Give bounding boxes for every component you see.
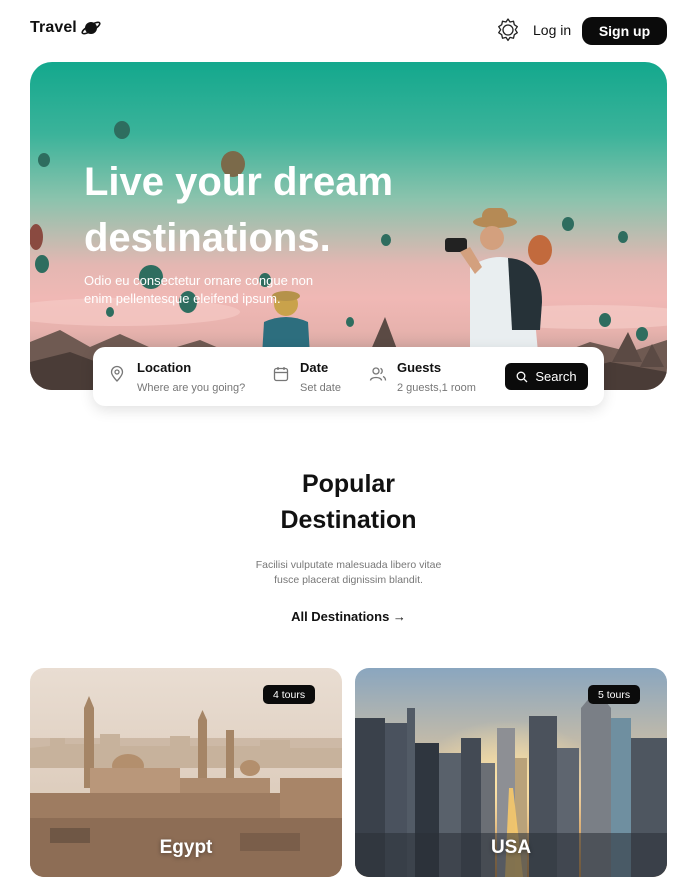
hero-subtitle: Odio eu consectetur ornare congue non en… [84, 273, 314, 306]
all-destinations-link[interactable]: All Destinations → [0, 609, 697, 624]
destination-name: USA [490, 837, 532, 858]
location-placeholder: Where are you going? [137, 382, 246, 394]
date-label: Date [300, 360, 329, 375]
guests-label: Guests [397, 360, 442, 375]
popular-title: Popular Destination [280, 470, 417, 534]
tour-count-badge: 5 tours [588, 685, 641, 704]
destination-card-egypt[interactable]: 4 tours Egypt [30, 668, 342, 877]
date-field[interactable]: Date Set date [272, 357, 352, 397]
brand-logo[interactable]: Travel [30, 19, 101, 37]
map-pin-icon [110, 365, 124, 382]
search-button-label: Search [535, 369, 577, 384]
brand-name: Travel [30, 19, 77, 36]
location-label: Location [137, 360, 192, 375]
hero-title: Live your dream destinations. [84, 160, 394, 260]
users-icon [369, 367, 387, 381]
signup-button[interactable]: Sign up [582, 17, 667, 45]
popular-description: Facilisi vulputate malesuada libero vita… [255, 559, 442, 586]
planet-icon [81, 21, 101, 35]
date-placeholder: Set date [300, 382, 341, 394]
section-description: Facilisi vulputate malesuada libero vita… [0, 558, 697, 588]
section-title: Popular Destination [0, 466, 697, 538]
guests-value: 2 guests,1 room [397, 382, 476, 394]
hero-banner: Live your dream destinations. Odio eu co… [30, 62, 667, 390]
destination-card-usa[interactable]: 5 tours USA [355, 668, 667, 877]
destination-name: Egypt [159, 837, 213, 858]
tour-count-badge: 4 tours [263, 685, 316, 704]
location-field[interactable]: Location Where are you going? [108, 357, 258, 397]
search-bar: Location Where are you going? Date Set d… [93, 347, 604, 406]
search-button[interactable]: Search [505, 363, 588, 390]
search-icon [516, 371, 528, 382]
gear-icon[interactable] [494, 16, 522, 44]
calendar-icon [273, 367, 289, 382]
guests-field[interactable]: Guests 2 guests,1 room [369, 357, 489, 397]
site-header: Travel Log in Sign up [0, 0, 697, 62]
login-link[interactable]: Log in [533, 22, 571, 38]
